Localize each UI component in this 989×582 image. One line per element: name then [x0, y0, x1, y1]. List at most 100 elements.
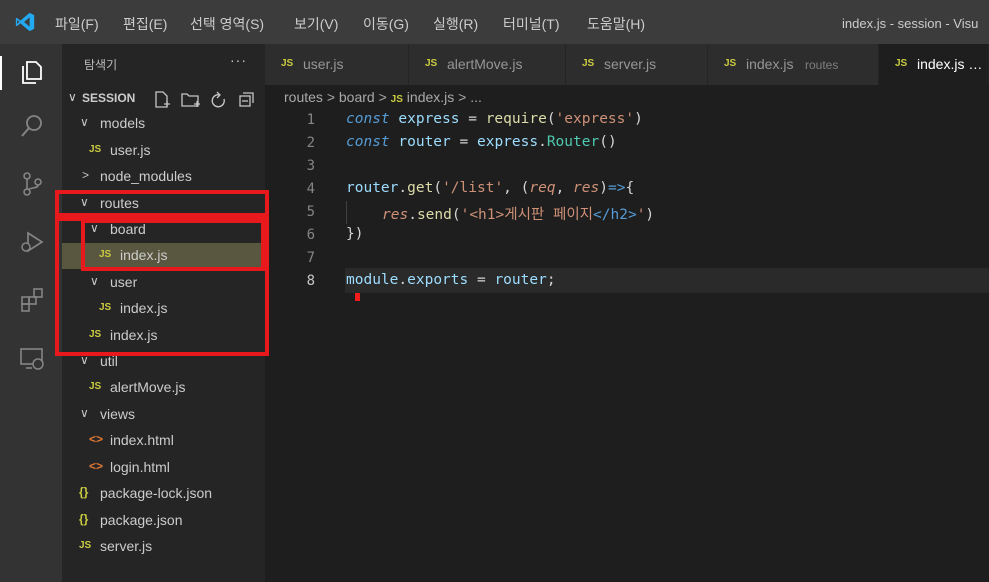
- tab-user-js[interactable]: JS user.js: [265, 44, 409, 85]
- code-token: (: [433, 180, 443, 196]
- code-token: {: [625, 180, 635, 196]
- tab-routes-index-js[interactable]: JS index.js routes: [708, 44, 879, 85]
- chevron-down-icon: ∨: [90, 274, 99, 288]
- tree-folder-routes[interactable]: ∨ routes: [62, 191, 265, 217]
- chevron-down-icon: ∨: [80, 195, 89, 209]
- breadcrumb-board[interactable]: board: [339, 89, 375, 105]
- tab-label: index.js: [746, 56, 794, 72]
- tree-file-login-html[interactable]: <> login.html: [62, 455, 265, 481]
- tab-server-js[interactable]: JS server.js: [566, 44, 708, 85]
- vscode-logo-icon: [15, 12, 35, 32]
- code-token: express: [476, 134, 539, 150]
- explorer-icon[interactable]: [18, 58, 46, 86]
- breadcrumb-symbols[interactable]: ...: [470, 89, 482, 105]
- chevron-down-icon: ∨: [90, 221, 99, 235]
- code-token: res: [382, 207, 409, 223]
- tree-item-label: index.html: [110, 432, 174, 448]
- code-line-1: const express = require('express'): [346, 111, 643, 127]
- explorer-title: 탐색기: [84, 58, 118, 72]
- menu-help[interactable]: 도움말(H): [587, 14, 645, 34]
- line-number: 8: [306, 273, 315, 289]
- workspace-name: SESSION: [82, 91, 136, 105]
- menu-view[interactable]: 보기(V): [294, 14, 338, 34]
- js-file-icon: JS: [99, 302, 112, 313]
- window-title: index.js - session - Visu: [842, 16, 979, 31]
- code-token: (: [546, 111, 556, 127]
- code-token: ,: [503, 180, 521, 196]
- tree-folder-node-modules[interactable]: > node_modules: [62, 164, 265, 190]
- code-token: Router: [546, 134, 600, 150]
- code-editor[interactable]: 1 2 3 4 5 6 7 8 const express = require(…: [265, 108, 989, 582]
- breadcrumb-file[interactable]: index.js: [407, 89, 454, 105]
- code-token: =: [476, 272, 486, 288]
- workspace-section-header[interactable]: ∨ SESSION: [62, 88, 265, 112]
- code-token: router: [346, 180, 399, 196]
- tree-file-server-js[interactable]: JS server.js: [62, 534, 265, 560]
- search-icon[interactable]: [18, 112, 46, 140]
- code-token: res: [573, 180, 600, 196]
- tree-folder-models[interactable]: ∨ models: [62, 111, 265, 137]
- tree-file-index-html[interactable]: <> index.html: [62, 428, 265, 454]
- breadcrumb-separator: >: [326, 89, 335, 105]
- collapse-all-icon[interactable]: [239, 92, 254, 107]
- indent-guide: [346, 201, 347, 224]
- tab-alertmove-js[interactable]: JS alertMove.js: [409, 44, 566, 85]
- tree-file-routes-index-js[interactable]: JS index.js: [62, 323, 265, 349]
- tree-file-alertmove-js[interactable]: JS alertMove.js: [62, 375, 265, 401]
- menu-terminal[interactable]: 터미널(T): [503, 14, 560, 34]
- tree-folder-board[interactable]: ∨ board: [62, 217, 265, 243]
- editor-tab-bar: JS user.js JS alertMove.js JS server.js …: [265, 44, 989, 85]
- code-token: <h1>: [469, 207, 505, 223]
- json-file-icon: {}: [79, 485, 89, 499]
- tree-file-user-js[interactable]: JS user.js: [62, 138, 265, 164]
- chevron-down-icon: ∨: [68, 90, 77, 104]
- tree-item-label: board: [110, 221, 146, 237]
- tree-folder-user[interactable]: ∨ user: [62, 270, 265, 296]
- new-folder-icon[interactable]: [181, 93, 200, 107]
- tree-file-package-lock-json[interactable]: {} package-lock.json: [62, 481, 265, 507]
- breadcrumb-routes[interactable]: routes: [284, 89, 323, 105]
- more-actions-button[interactable]: ···: [230, 52, 247, 68]
- tree-item-label: index.js: [110, 327, 158, 343]
- menu-selection[interactable]: 선택 영역(S): [190, 14, 264, 34]
- menu-file[interactable]: 파일(F): [55, 14, 99, 34]
- tree-file-package-json[interactable]: {} package.json: [62, 508, 265, 534]
- tree-file-user-index-js[interactable]: JS index.js: [62, 296, 265, 322]
- refresh-icon[interactable]: [211, 91, 225, 108]
- code-line-2: const router = express.Router(): [346, 134, 617, 150]
- tree-item-label: package.json: [100, 512, 183, 528]
- code-token: exports: [407, 272, 469, 288]
- new-file-icon[interactable]: [155, 91, 170, 108]
- run-debug-icon[interactable]: [18, 228, 46, 256]
- code-token: router: [494, 272, 547, 288]
- tree-file-board-index-js[interactable]: JS index.js: [62, 243, 265, 269]
- tree-folder-views[interactable]: ∨ views: [62, 402, 265, 428]
- line-number: 5: [306, 204, 315, 220]
- text-cursor-marker: [355, 293, 360, 301]
- tree-item-label: node_modules: [100, 168, 192, 184]
- chevron-down-icon: ∨: [80, 353, 89, 367]
- js-file-icon: JS: [390, 94, 403, 105]
- menu-edit[interactable]: 편집(E): [123, 14, 167, 34]
- js-file-icon: JS: [79, 540, 92, 551]
- code-line-4: router.get('/list', (req, res)=>{: [346, 180, 634, 196]
- code-token: send: [416, 207, 452, 223]
- code-token: .: [398, 180, 408, 196]
- source-control-icon[interactable]: [18, 170, 46, 198]
- js-file-icon: JS: [895, 58, 908, 69]
- menu-run[interactable]: 실행(R): [433, 14, 478, 34]
- explorer-toolbar: [155, 91, 254, 108]
- menu-go[interactable]: 이동(G): [363, 14, 409, 34]
- tree-item-label: views: [100, 406, 136, 422]
- remote-explorer-icon[interactable]: [18, 344, 46, 372]
- js-file-icon: JS: [99, 249, 112, 260]
- active-indicator: [0, 56, 2, 90]
- code-token: ;: [546, 272, 556, 288]
- tab-board-index-js-active[interactable]: JS index.js …: [879, 44, 989, 85]
- code-token: ): [599, 180, 608, 196]
- extensions-icon[interactable]: [18, 286, 46, 314]
- tree-item-label: models: [100, 115, 146, 131]
- code-token: const: [346, 134, 390, 150]
- tree-folder-util[interactable]: ∨ util: [62, 349, 265, 375]
- code-token: .: [398, 272, 408, 288]
